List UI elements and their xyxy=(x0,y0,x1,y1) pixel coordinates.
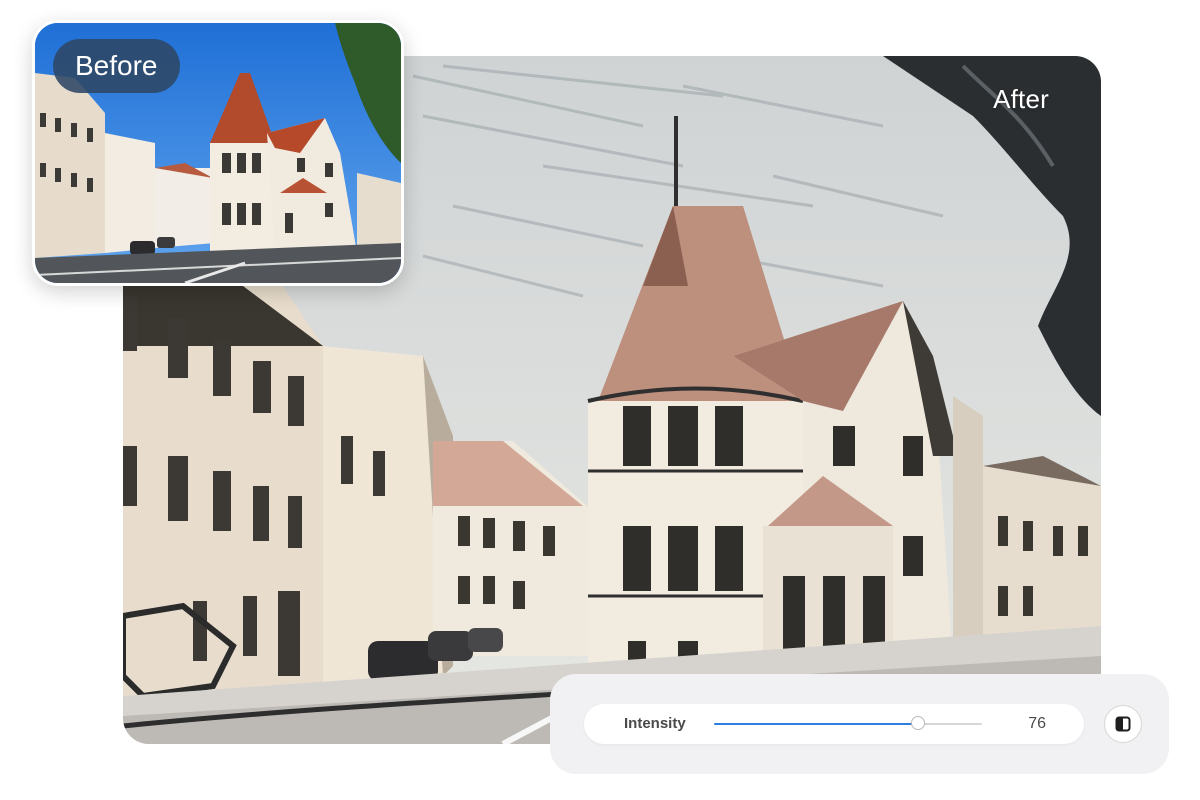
intensity-slider-thumb[interactable] xyxy=(910,716,925,730)
intensity-label: Intensity xyxy=(624,715,686,732)
before-image: Before xyxy=(32,20,404,286)
split-compare-icon xyxy=(1115,716,1131,732)
intensity-slider-fill xyxy=(714,723,918,725)
after-label: After xyxy=(993,84,1049,114)
adjustment-panel: Intensity 76 xyxy=(550,674,1169,774)
intensity-value: 76 xyxy=(1028,715,1046,732)
intensity-slider[interactable] xyxy=(714,716,982,730)
compare-toggle-button[interactable] xyxy=(1104,705,1142,743)
before-label: Before xyxy=(53,39,180,93)
intensity-slider-box: Intensity 76 xyxy=(584,704,1084,744)
effect-preview-stage: After Before Intensity 76 xyxy=(0,0,1200,800)
